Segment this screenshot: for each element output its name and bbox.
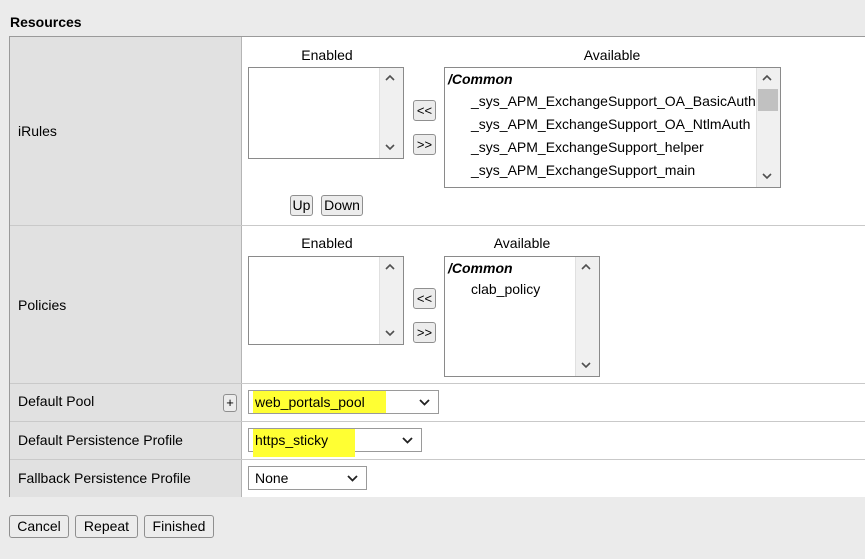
- list-item[interactable]: _sys_APM_ExchangeSupport_helper: [471, 139, 704, 155]
- policies-available-header: Available: [493, 235, 551, 251]
- irules-label: iRules: [18, 123, 57, 139]
- fallback-persistence-row: Fallback Persistence Profile None: [10, 460, 865, 497]
- chevron-down-icon: [402, 437, 413, 444]
- irules-down-button[interactable]: Down: [321, 195, 363, 216]
- scroll-up-icon[interactable]: [581, 263, 591, 273]
- irules-up-button[interactable]: Up: [290, 195, 313, 216]
- scroll-down-icon[interactable]: [385, 330, 395, 340]
- list-item[interactable]: _sys_APM_ExchangeSupport_OA_BasicAuth: [471, 93, 756, 109]
- repeat-button[interactable]: Repeat: [75, 515, 138, 538]
- policies-row: Policies Enabled Available << >> /Common: [10, 226, 865, 384]
- chevron-down-icon: [347, 475, 358, 482]
- default-persistence-label-cell: Default Persistence Profile: [10, 422, 242, 459]
- scroll-up-icon[interactable]: [385, 74, 395, 84]
- fallback-persistence-value: None: [255, 470, 289, 486]
- scroll-up-icon[interactable]: [385, 263, 395, 273]
- default-persistence-row: Default Persistence Profile https_sticky: [10, 422, 865, 460]
- irules-enabled-list[interactable]: [248, 67, 404, 159]
- scroll-down-icon[interactable]: [762, 173, 772, 183]
- list-item[interactable]: _sys_APM_ExchangeSupport_OA_NtlmAuth: [471, 116, 750, 132]
- fallback-persistence-value-cell: None: [242, 460, 865, 497]
- section-title: Resources: [10, 14, 82, 30]
- scroll-down-icon[interactable]: [385, 144, 395, 154]
- policies-enabled-list[interactable]: [248, 256, 404, 345]
- irules-available-scrollbar[interactable]: [756, 68, 780, 187]
- chevron-down-icon: [419, 399, 430, 406]
- scroll-up-icon[interactable]: [762, 74, 772, 84]
- irules-enabled-header: Enabled: [301, 47, 353, 63]
- irules-value-cell: Enabled Available << >> /Common _sys_APM…: [242, 37, 865, 225]
- irules-row: iRules Enabled Available << >> /Common _…: [10, 37, 865, 226]
- default-persistence-value: https_sticky: [255, 432, 329, 448]
- policies-move-left-button[interactable]: <<: [413, 288, 436, 309]
- list-item[interactable]: _sys_APM_ExchangeSupport_main: [471, 162, 695, 178]
- default-pool-value-cell: web_portals_pool: [242, 384, 865, 421]
- default-persistence-select[interactable]: https_sticky: [248, 428, 422, 457]
- default-pool-label-cell: Default Pool +: [10, 384, 242, 421]
- default-pool-select[interactable]: web_portals_pool: [248, 390, 439, 414]
- default-pool-row: Default Pool + web_portals_pool: [10, 384, 865, 422]
- default-persistence-label: Default Persistence Profile: [18, 432, 183, 448]
- irules-available-header: Available: [583, 47, 641, 63]
- default-pool-label: Default Pool: [18, 393, 95, 409]
- default-pool-value: web_portals_pool: [255, 394, 365, 410]
- list-item[interactable]: clab_policy: [471, 281, 540, 297]
- policies-label-cell: Policies: [10, 226, 242, 383]
- fallback-persistence-label: Fallback Persistence Profile: [18, 470, 191, 486]
- irules-move-right-button[interactable]: >>: [413, 134, 436, 155]
- cancel-button[interactable]: Cancel: [9, 515, 69, 538]
- resources-panel: iRules Enabled Available << >> /Common _…: [9, 36, 865, 497]
- irules-available-group: /Common: [448, 71, 513, 87]
- irules-move-left-button[interactable]: <<: [413, 100, 436, 121]
- policies-available-list[interactable]: /Common clab_policy: [444, 256, 600, 377]
- irules-enabled-scrollbar[interactable]: [379, 68, 403, 158]
- scroll-thumb[interactable]: [758, 89, 778, 111]
- policies-enabled-scrollbar[interactable]: [379, 257, 403, 344]
- policies-enabled-header: Enabled: [301, 235, 353, 251]
- scroll-down-icon[interactable]: [581, 362, 591, 372]
- irules-available-list[interactable]: /Common _sys_APM_ExchangeSupport_OA_Basi…: [444, 67, 781, 188]
- policies-move-right-button[interactable]: >>: [413, 322, 436, 343]
- irules-label-cell: iRules: [10, 37, 242, 225]
- finished-button[interactable]: Finished: [144, 515, 214, 538]
- default-persistence-value-cell: https_sticky: [242, 422, 865, 459]
- policies-available-scrollbar[interactable]: [575, 257, 599, 376]
- fallback-persistence-select[interactable]: None: [248, 466, 367, 490]
- fallback-persistence-label-cell: Fallback Persistence Profile: [10, 460, 242, 497]
- policies-label: Policies: [18, 297, 67, 313]
- add-pool-button[interactable]: +: [223, 394, 237, 412]
- policies-value-cell: Enabled Available << >> /Common clab_pol…: [242, 226, 865, 383]
- policies-available-group: /Common: [448, 260, 513, 276]
